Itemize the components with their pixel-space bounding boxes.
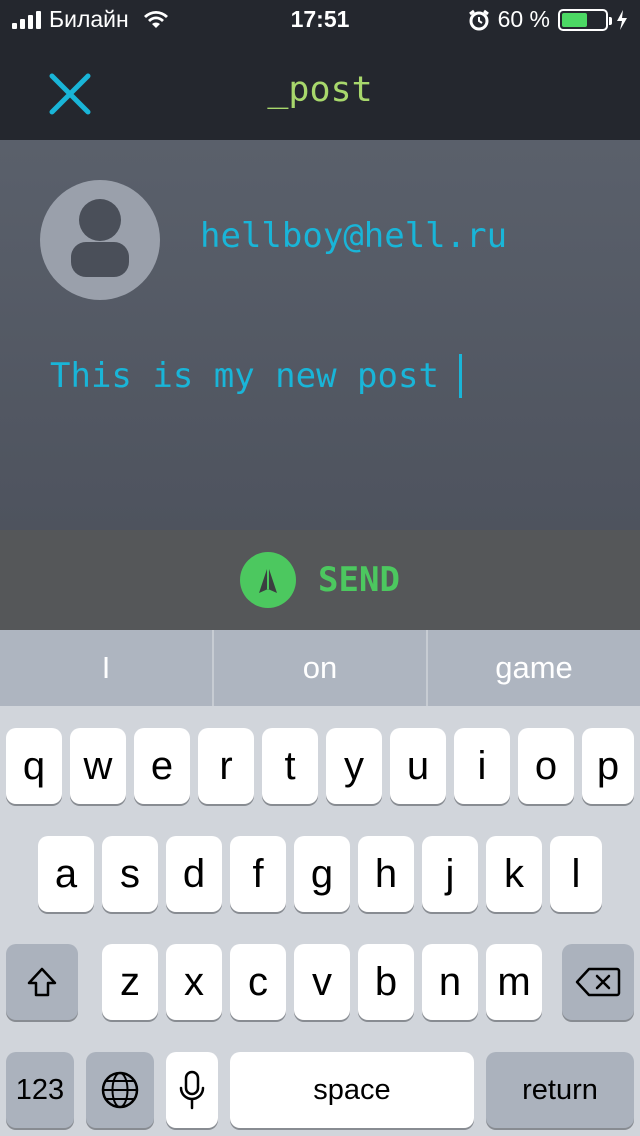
send-icon bbox=[240, 552, 297, 608]
status-right: 60 % bbox=[468, 6, 628, 33]
post-text-input[interactable]: This is my new post bbox=[50, 354, 462, 398]
key-q[interactable]: q bbox=[6, 728, 62, 804]
battery-percent: 60 % bbox=[497, 6, 550, 32]
battery-fill bbox=[562, 12, 588, 27]
key-f[interactable]: f bbox=[230, 836, 286, 912]
shift-icon bbox=[27, 967, 57, 997]
key-e[interactable]: e bbox=[134, 728, 190, 804]
suggestion-3[interactable]: game bbox=[428, 630, 640, 706]
key-s[interactable]: s bbox=[102, 836, 158, 912]
shift-key[interactable] bbox=[6, 944, 78, 1020]
numbers-key[interactable]: 123 bbox=[6, 1052, 74, 1128]
key-i[interactable]: i bbox=[454, 728, 510, 804]
key-d[interactable]: d bbox=[166, 836, 222, 912]
text-cursor bbox=[458, 354, 462, 398]
send-button[interactable]: SEND bbox=[0, 530, 640, 630]
key-p[interactable]: p bbox=[582, 728, 634, 804]
backspace-key[interactable] bbox=[562, 944, 634, 1020]
globe-key[interactable] bbox=[86, 1052, 154, 1128]
microphone-key[interactable] bbox=[166, 1052, 218, 1128]
status-bar: Билайн 17:51 60 % bbox=[0, 0, 640, 40]
key-j[interactable]: j bbox=[422, 836, 478, 912]
key-w[interactable]: w bbox=[70, 728, 126, 804]
alarm-icon bbox=[468, 9, 489, 30]
page-title: _post bbox=[267, 70, 373, 110]
suggestion-1[interactable]: I bbox=[0, 630, 212, 706]
key-z[interactable]: z bbox=[102, 944, 158, 1020]
keyboard: q w e r t y u i o p a s d f g h j k l z … bbox=[0, 706, 640, 1136]
suggestion-2[interactable]: on bbox=[214, 630, 426, 706]
charging-icon bbox=[617, 9, 627, 30]
globe-icon bbox=[101, 1071, 139, 1109]
key-u[interactable]: u bbox=[390, 728, 446, 804]
key-h[interactable]: h bbox=[358, 836, 414, 912]
key-a[interactable]: a bbox=[38, 836, 94, 912]
key-v[interactable]: v bbox=[294, 944, 350, 1020]
post-text-value: This is my new post bbox=[50, 356, 439, 396]
user-icon bbox=[71, 199, 129, 277]
nav-bar: _post bbox=[0, 40, 640, 140]
key-b[interactable]: b bbox=[358, 944, 414, 1020]
key-t[interactable]: t bbox=[262, 728, 318, 804]
backspace-icon bbox=[575, 967, 621, 997]
key-c[interactable]: c bbox=[230, 944, 286, 1020]
author-email: hellboy@hell.ru bbox=[200, 216, 508, 256]
suggestion-bar: I on game bbox=[0, 630, 640, 706]
return-key[interactable]: return bbox=[486, 1052, 634, 1128]
key-r[interactable]: r bbox=[198, 728, 254, 804]
microphone-icon bbox=[179, 1070, 205, 1110]
avatar bbox=[40, 180, 160, 300]
key-x[interactable]: x bbox=[166, 944, 222, 1020]
send-label: SEND bbox=[318, 560, 400, 600]
battery-icon bbox=[558, 8, 612, 31]
key-n[interactable]: n bbox=[422, 944, 478, 1020]
key-m[interactable]: m bbox=[486, 944, 542, 1020]
key-l[interactable]: l bbox=[550, 836, 602, 912]
compose-area: hellboy@hell.ru This is my new post bbox=[0, 140, 640, 530]
key-y[interactable]: y bbox=[326, 728, 382, 804]
key-k[interactable]: k bbox=[486, 836, 542, 912]
key-o[interactable]: o bbox=[518, 728, 574, 804]
key-g[interactable]: g bbox=[294, 836, 350, 912]
space-key[interactable]: space bbox=[230, 1052, 474, 1128]
